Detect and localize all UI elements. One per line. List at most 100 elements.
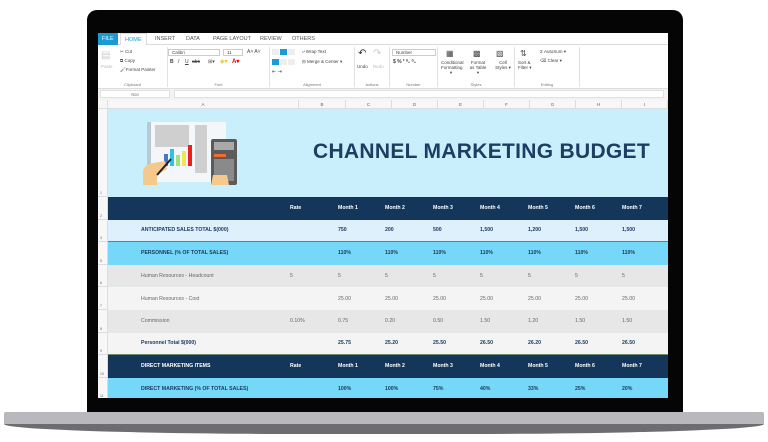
undo-button[interactable]: Undo <box>357 64 368 69</box>
month-6-cell[interactable]: Month 6 <box>575 197 595 220</box>
month-3-cell[interactable]: 500 <box>433 220 442 242</box>
row-header[interactable]: 11 <box>98 377 108 398</box>
column-header-i[interactable]: I <box>622 100 668 109</box>
row-header[interactable]: 2 <box>98 197 108 220</box>
month-2-cell[interactable]: 0.20 <box>385 310 395 333</box>
tab-home[interactable]: HOME <box>120 33 147 45</box>
month-6-cell[interactable]: 1,500 <box>575 220 588 242</box>
align-right-icon[interactable] <box>288 59 295 65</box>
month-5-cell[interactable]: 110% <box>528 242 541 265</box>
fill-color-icon[interactable]: ◈▾ <box>220 58 228 65</box>
grow-font-icon[interactable]: A˄ A˅ <box>247 49 261 55</box>
align-left-icon[interactable] <box>272 59 279 65</box>
row-label-cell[interactable]: ANTICIPATED SALES TOTAL $(000) <box>141 220 228 242</box>
row-label-cell[interactable]: Human Resources - Headcount <box>141 265 214 288</box>
redo-button[interactable]: Redo <box>373 64 384 69</box>
row-label-cell[interactable]: Human Resources - Cost <box>141 287 199 310</box>
month-1-cell[interactable]: 110% <box>338 242 351 265</box>
month-5-cell[interactable]: 5 <box>528 265 531 288</box>
column-header-c[interactable]: C <box>346 100 392 109</box>
month-6-cell[interactable]: 5 <box>575 265 578 288</box>
month-6-cell[interactable]: 25% <box>575 378 585 398</box>
month-4-cell[interactable]: 1.50 <box>480 310 490 333</box>
copy-button[interactable]: ⧉ Copy <box>120 58 135 63</box>
month-2-cell[interactable]: 25.00 <box>385 287 398 310</box>
row-header[interactable]: 6 <box>98 264 108 288</box>
name-box[interactable]: R20 <box>100 90 170 98</box>
paste-button[interactable]: Paste <box>101 64 113 69</box>
row-header[interactable]: 10 <box>98 355 108 378</box>
sort-filter-icon[interactable]: ⇅ <box>520 49 527 58</box>
format-painter-button[interactable]: 🖌Format Painter <box>120 67 155 73</box>
month-7-cell[interactable]: Month 7 <box>622 197 642 220</box>
month-7-cell[interactable]: 20% <box>622 378 632 398</box>
row-label-cell[interactable]: DIRECT MARKETING (% OF TOTAL SALES) <box>141 378 248 398</box>
clear-button[interactable]: ⌫ Clear ▾ <box>540 58 562 64</box>
row-header[interactable]: 5 <box>98 242 108 265</box>
column-header-g[interactable]: G <box>530 100 576 109</box>
month-3-cell[interactable]: 110% <box>433 242 446 265</box>
row-header[interactable]: 8 <box>98 310 108 333</box>
row-label-cell[interactable]: DIRECT MARKETING ITEMS <box>141 355 210 378</box>
month-4-cell[interactable]: Month 4 <box>480 197 500 220</box>
month-7-cell[interactable]: 1,500 <box>622 220 635 242</box>
month-1-cell[interactable]: 100% <box>338 378 351 398</box>
tab-page-layout[interactable]: PAGE LAYOUT <box>209 33 255 45</box>
row-label-cell[interactable]: PERSONNEL (% OF TOTAL SALES) <box>141 242 228 265</box>
rate-cell[interactable]: Rate <box>290 355 301 378</box>
month-4-cell[interactable]: 26.50 <box>480 333 493 355</box>
format-as-table-button[interactable]: Format as Table ▾ <box>468 60 488 75</box>
month-5-cell[interactable]: Month 5 <box>528 197 548 220</box>
month-1-cell[interactable]: Month 1 <box>338 197 358 220</box>
month-1-cell[interactable]: 5 <box>338 265 341 288</box>
month-5-cell[interactable]: 26.20 <box>528 333 541 355</box>
month-2-cell[interactable]: Month 2 <box>385 197 405 220</box>
month-3-cell[interactable]: 25.50 <box>433 333 446 355</box>
month-1-cell[interactable]: Month 1 <box>338 355 358 378</box>
indent-icons[interactable]: ⇤ ⇥ <box>272 69 282 75</box>
month-3-cell[interactable]: 0.50 <box>433 310 443 333</box>
rate-cell[interactable]: Rate <box>290 197 301 220</box>
month-4-cell[interactable]: 5 <box>480 265 483 288</box>
undo-icon[interactable]: ↶ <box>358 48 366 59</box>
conditional-formatting-button[interactable]: Conditional Formatting ▾ <box>441 60 464 75</box>
tab-file[interactable]: FILE <box>98 33 118 45</box>
column-header-f[interactable]: F <box>484 100 530 109</box>
font-color-icon[interactable]: A▾ <box>232 58 239 65</box>
redo-icon[interactable]: ↷ <box>373 48 381 59</box>
month-4-cell[interactable]: 1,500 <box>480 220 493 242</box>
month-5-cell[interactable]: 1,200 <box>528 220 541 242</box>
column-header-a[interactable]: A <box>108 100 299 109</box>
bold-icon[interactable]: B <box>170 59 174 65</box>
align-middle-icon[interactable] <box>280 49 287 55</box>
rate-cell[interactable]: 0.10% <box>290 310 305 333</box>
italic-icon[interactable]: I <box>178 59 179 65</box>
underline-icon[interactable]: U <box>185 59 189 65</box>
month-3-cell[interactable]: Month 3 <box>433 197 453 220</box>
month-5-cell[interactable]: 33% <box>528 378 538 398</box>
column-header-d[interactable]: D <box>392 100 438 109</box>
month-7-cell[interactable]: 1.50 <box>622 310 632 333</box>
month-3-cell[interactable]: 75% <box>433 378 443 398</box>
rate-cell[interactable]: 5 <box>290 265 293 288</box>
autosum-button[interactable]: Σ AutoSum ▾ <box>540 49 566 55</box>
month-3-cell[interactable]: Month 3 <box>433 355 453 378</box>
row-header[interactable]: 3 <box>98 219 108 243</box>
month-4-cell[interactable]: 110% <box>480 242 493 265</box>
month-1-cell[interactable]: 0.75 <box>338 310 348 333</box>
currency-percent-icons[interactable]: $ % ❜ ⁰₀ ⁰₀ <box>393 59 416 65</box>
month-2-cell[interactable]: 5 <box>385 265 388 288</box>
month-2-cell[interactable]: 100% <box>385 378 398 398</box>
column-header-b[interactable]: B <box>299 100 346 109</box>
month-6-cell[interactable]: 110% <box>575 242 588 265</box>
format-table-icon[interactable]: ▩ <box>473 49 481 58</box>
month-2-cell[interactable]: 25.20 <box>385 333 398 355</box>
font-name-select[interactable]: Calibri <box>168 49 220 56</box>
strikethrough-icon[interactable]: abc <box>192 59 200 65</box>
conditional-formatting-icon[interactable]: ▦ <box>446 49 454 58</box>
borders-icon[interactable]: ⊞▾ <box>208 59 215 65</box>
month-5-cell[interactable]: Month 5 <box>528 355 548 378</box>
month-1-cell[interactable]: 750 <box>338 220 347 242</box>
tab-insert[interactable]: INSERT <box>151 33 179 45</box>
month-7-cell[interactable]: 110% <box>622 242 635 265</box>
